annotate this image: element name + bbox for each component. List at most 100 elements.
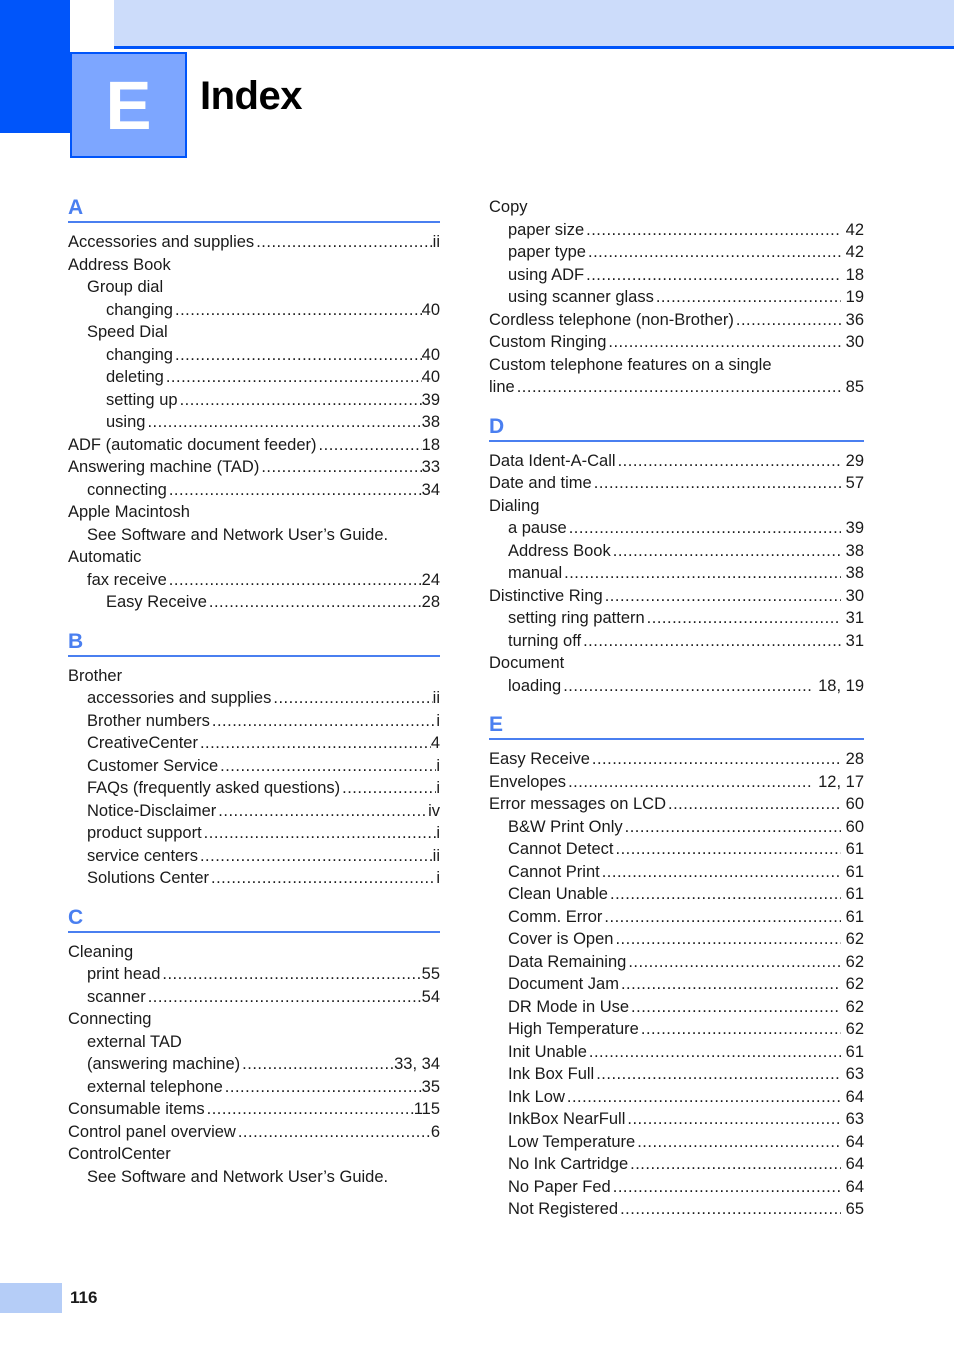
leader-dots: ........................................… [206,1100,414,1118]
index-entry[interactable]: using...................................… [68,411,440,434]
index-entry[interactable]: Clean Unable............................… [489,883,864,906]
index-entry-page: 63 [845,1065,864,1083]
index-entry[interactable]: Control panel overview..................… [68,1121,440,1144]
index-entry[interactable]: Connecting..............................… [68,1008,440,1031]
index-entry-text: print head [87,965,161,983]
index-entry[interactable]: Customer Service........................… [68,755,440,778]
index-entry[interactable]: print head..............................… [68,963,440,986]
index-entry[interactable]: Ink Low.................................… [489,1086,864,1109]
index-entry[interactable]: No Paper Fed............................… [489,1176,864,1199]
index-entry[interactable]: CreativeCenter..........................… [68,732,440,755]
index-entry[interactable]: Solutions Center........................… [68,867,440,890]
index-entry[interactable]: paper size..............................… [489,219,864,242]
index-entry[interactable]: Ink Box Full............................… [489,1063,864,1086]
section-letter: B [68,629,84,653]
index-entry-text: turning off [508,631,582,650]
index-entry[interactable]: Init Unable.............................… [489,1041,864,1064]
index-entry[interactable]: Document................................… [489,652,864,675]
index-entry-page: 62 [845,997,864,1016]
index-entry-page: 62 [845,930,864,948]
index-entry[interactable]: Data Remaining..........................… [489,951,864,974]
index-entry-page: i [436,824,440,842]
index-entry[interactable]: changing................................… [68,299,440,322]
leader-dots: ........................................… [568,772,813,791]
index-entry[interactable]: setting ring pattern....................… [489,607,864,630]
index-entry[interactable]: scanner.................................… [68,986,440,1009]
index-entry[interactable]: deleting................................… [68,366,440,389]
index-entry-text: Distinctive Ring [489,586,603,605]
index-entry[interactable]: service centers.........................… [68,845,440,868]
index-entry-page: ii [432,689,440,707]
index-entry-text: B&W Print Only [508,817,623,836]
index-entry[interactable]: FAQs (frequently asked questions).......… [68,777,440,800]
index-entry[interactable]: turning off.............................… [489,630,864,653]
index-entry[interactable]: See Software and Network User’s Guide...… [68,1166,440,1189]
index-entry[interactable]: Date and time...........................… [489,472,864,495]
index-entry[interactable]: Copy....................................… [489,196,864,219]
index-entry[interactable]: Brother.................................… [68,665,440,688]
index-entry[interactable]: changing................................… [68,344,440,367]
index-entry[interactable]: a pause.................................… [489,517,864,540]
leader-dots: ........................................… [168,570,422,589]
index-entry[interactable]: High Temperature........................… [489,1018,864,1041]
index-entry[interactable]: Consumable items........................… [68,1098,440,1121]
index-entry[interactable]: Envelopes...............................… [489,771,864,794]
index-entry[interactable]: accessories and supplies................… [68,687,440,710]
index-entry[interactable]: fax receive.............................… [68,569,440,592]
index-entry[interactable]: Custom Ringing..........................… [489,331,864,354]
index-entry[interactable]: InkBox NearFull.........................… [489,1108,864,1131]
index-entry[interactable]: No Ink Cartridge........................… [489,1153,864,1176]
index-entry[interactable]: using scanner glass.....................… [489,286,864,309]
index-entry[interactable]: DR Mode in Use..........................… [489,996,864,1019]
index-entry[interactable]: Cannot Print............................… [489,861,864,884]
index-entry[interactable]: Cleaning................................… [68,941,440,964]
leader-dots: ........................................… [242,1055,394,1073]
index-entry[interactable]: ADF (automatic document feeder).........… [68,434,440,457]
index-entry[interactable]: Comm. Error.............................… [489,906,864,929]
index-entry[interactable]: external TAD............................… [68,1031,440,1054]
index-entry[interactable]: Cannot Detect...........................… [489,838,864,861]
index-entry[interactable]: Low Temperature.........................… [489,1131,864,1154]
index-entry[interactable]: Easy Receive............................… [489,748,864,771]
index-entry[interactable]: B&W Print Only..........................… [489,816,864,839]
index-entry-page: 62 [845,1020,864,1038]
index-entry[interactable]: line....................................… [489,376,864,399]
index-entry[interactable]: external telephone......................… [68,1076,440,1099]
index-entry[interactable]: Not Registered..........................… [489,1198,864,1221]
index-entry-text: Not Registered [508,1200,619,1218]
index-entry[interactable]: Automatic...............................… [68,546,440,569]
index-entry[interactable]: Apple Macintosh.........................… [68,501,440,524]
index-entry[interactable]: loading.................................… [489,675,864,698]
index-entry[interactable]: setting up..............................… [68,389,440,412]
index-entry[interactable]: using ADF...............................… [489,264,864,287]
index-entry[interactable]: Document Jam............................… [489,973,864,996]
leader-dots: ........................................… [604,586,841,605]
index-entry[interactable]: Notice-Disclaimer.......................… [68,800,440,823]
index-entry[interactable]: Error messages on LCD...................… [489,793,864,816]
index-entry[interactable]: Accessories and supplies................… [68,231,440,254]
index-entry[interactable]: Custom telephone features on a single...… [489,354,864,377]
index-entry[interactable]: Address Book............................… [489,540,864,563]
index-entry[interactable]: manual..................................… [489,562,864,585]
index-entry[interactable]: ControlCenter...........................… [68,1143,440,1166]
index-entry-text: Notice-Disclaimer [87,801,217,820]
index-entry[interactable]: Speed Dial..............................… [68,321,440,344]
index-entry[interactable]: Easy Receive............................… [68,591,440,614]
index-entry[interactable]: Cordless telephone (non-Brother)........… [489,309,864,332]
index-entry[interactable]: See Software and Network User’s Guide...… [68,524,440,547]
index-entry[interactable]: Distinctive Ring........................… [489,585,864,608]
index-entry[interactable]: Brother numbers.........................… [68,710,440,733]
index-entry[interactable]: paper type..............................… [489,241,864,264]
index-entry[interactable]: product support.........................… [68,822,440,845]
index-entry[interactable]: Cover is Open...........................… [489,928,864,951]
index-entry[interactable]: Group dial..............................… [68,276,440,299]
index-entry[interactable]: Dialing.................................… [489,495,864,518]
index-entry[interactable]: (answering machine).....................… [68,1053,440,1076]
index-entry-text: Customer Service [87,756,219,775]
index-entry[interactable]: connecting..............................… [68,479,440,502]
index-entry[interactable]: Address Book............................… [68,254,440,277]
index-entry[interactable]: Data Ident-A-Call.......................… [489,450,864,473]
index-entry-text: fax receive [87,570,167,589]
index-entry-text: See Software and Network User’s Guide. [87,1167,389,1186]
index-entry[interactable]: Answering machine (TAD).................… [68,456,440,479]
